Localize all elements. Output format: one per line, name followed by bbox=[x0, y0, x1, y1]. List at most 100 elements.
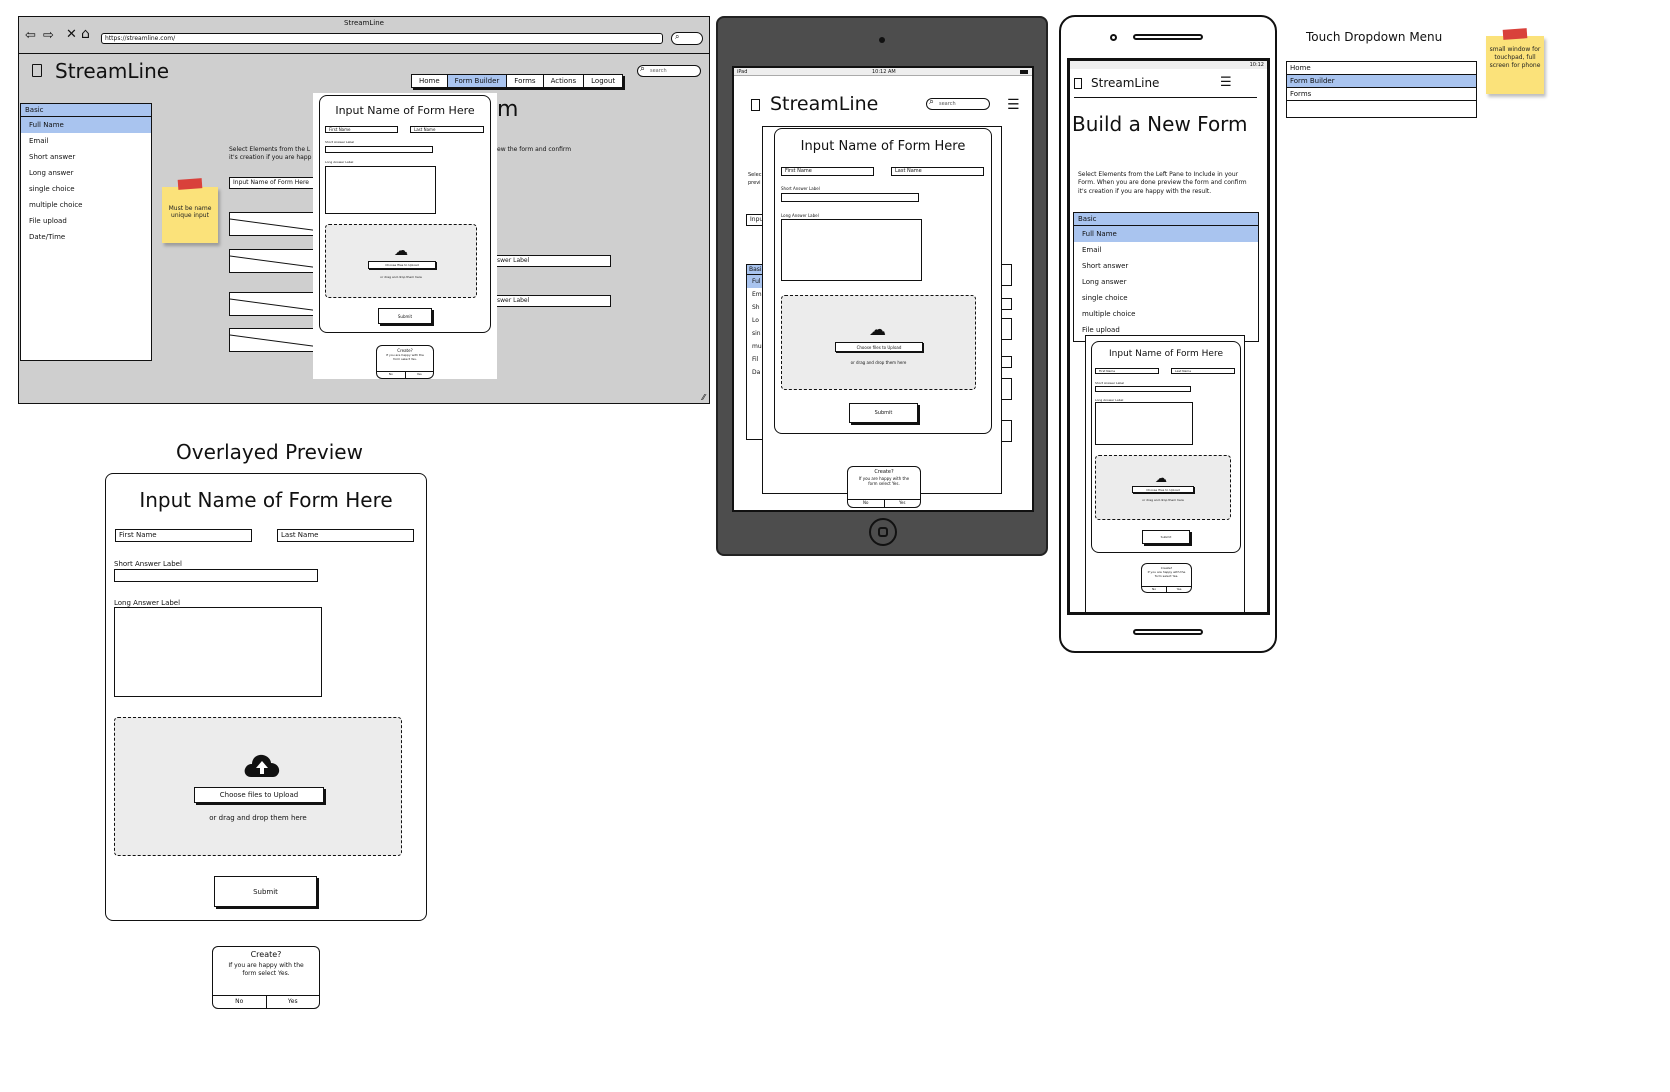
submit-button[interactable]: Submit bbox=[214, 876, 317, 907]
tablet-home-button[interactable] bbox=[869, 518, 897, 546]
choose-files-button[interactable]: Choose files to Upload bbox=[368, 261, 436, 269]
url-bar[interactable]: https://streamline.com/ bbox=[101, 33, 663, 44]
sidebar-item-single-choice[interactable]: single choice bbox=[1074, 290, 1258, 306]
nav-logout[interactable]: Logout bbox=[584, 75, 622, 87]
dialog-no-button[interactable]: No bbox=[377, 372, 405, 378]
nav-home[interactable]: Home bbox=[412, 75, 448, 87]
sidebar-item-multiple-choice[interactable]: multiple choice bbox=[21, 197, 151, 213]
tablet-status-left: iPad bbox=[737, 69, 748, 75]
dialog-yes-button[interactable]: Yes bbox=[265, 996, 320, 1008]
last-name-field[interactable]: Last Name bbox=[1171, 368, 1235, 374]
submit-button[interactable]: Submit bbox=[849, 403, 918, 423]
element-placeholder-1[interactable] bbox=[229, 212, 321, 236]
browser-back-icon[interactable]: ⇦ bbox=[25, 28, 36, 43]
document-icon bbox=[1074, 78, 1082, 89]
phone-home-bar[interactable] bbox=[1133, 629, 1203, 635]
browser-divider bbox=[19, 53, 709, 54]
browser-close-icon[interactable]: ✕ bbox=[66, 27, 77, 42]
nav-forms[interactable]: Forms bbox=[507, 75, 544, 87]
sidebar-group-basic[interactable]: Basic bbox=[1074, 213, 1258, 226]
short-answer-field[interactable] bbox=[1095, 386, 1191, 392]
upload-dropzone[interactable]: ☁ Choose files to Upload or drag and dro… bbox=[325, 224, 477, 298]
phone-page-heading: Build a New Form bbox=[1072, 112, 1248, 136]
sidebar-item-long-answer[interactable]: Long answer bbox=[1074, 274, 1258, 290]
submit-button[interactable]: Submit bbox=[378, 308, 432, 324]
app-search-input[interactable]: ⌕ search bbox=[637, 64, 701, 77]
sidebar-item-single-choice[interactable]: single choice bbox=[21, 181, 151, 197]
app-logo[interactable]: StreamLine bbox=[55, 59, 169, 83]
browser-search-button[interactable]: ⌕ bbox=[671, 32, 703, 45]
answer-label-field-1[interactable]: swer Label bbox=[493, 255, 611, 267]
sidebar-item-multiple-choice[interactable]: multiple choice bbox=[1074, 306, 1258, 322]
tablet-app-logo[interactable]: StreamLine bbox=[770, 93, 878, 115]
sidebar-item-short-answer[interactable]: Short answer bbox=[1074, 258, 1258, 274]
short-answer-field[interactable] bbox=[114, 569, 318, 582]
choose-files-button[interactable]: Choose files to Upload bbox=[835, 342, 923, 352]
sticky-note-touch: small window for touchpad, full screen f… bbox=[1486, 28, 1544, 94]
sticky-note-text: small window for touchpad, full screen f… bbox=[1489, 46, 1541, 69]
element-placeholder-4[interactable] bbox=[229, 328, 321, 352]
dialog-message: If you are happy with the form select Ye… bbox=[1147, 570, 1186, 578]
dialog-actions: No Yes bbox=[1142, 586, 1191, 592]
hamburger-menu-icon[interactable]: ☰ bbox=[1007, 97, 1020, 113]
sidebar-item-email[interactable]: Email bbox=[21, 133, 151, 149]
nav-actions[interactable]: Actions bbox=[544, 75, 585, 87]
last-name-field[interactable]: Last Name bbox=[891, 167, 984, 176]
element-placeholder-3[interactable] bbox=[229, 292, 321, 316]
resize-grip-icon[interactable]: ⁄⁄ bbox=[702, 393, 705, 402]
short-answer-field[interactable] bbox=[325, 146, 433, 153]
long-answer-field[interactable] bbox=[781, 219, 922, 281]
upload-hint: or drag and drop them here bbox=[1142, 498, 1184, 502]
submit-button[interactable]: Submit bbox=[1142, 530, 1190, 544]
dialog-no-button[interactable]: No bbox=[1142, 587, 1166, 592]
search-icon: ⌕ bbox=[640, 64, 646, 74]
upload-dropzone[interactable]: Choose files to Upload or drag and drop … bbox=[114, 717, 402, 856]
tablet-camera bbox=[879, 37, 885, 43]
sidebar-item-email[interactable]: Email bbox=[1074, 242, 1258, 258]
dropdown-item-form-builder[interactable]: Form Builder bbox=[1287, 75, 1476, 88]
sticky-note-text: Must be name unique input bbox=[168, 205, 212, 219]
dialog-no-button[interactable]: No bbox=[848, 500, 884, 507]
sidebar-item-long-answer[interactable]: Long answer bbox=[21, 165, 151, 181]
sidebar-item-file-upload[interactable]: File upload bbox=[21, 213, 151, 229]
dialog-no-button[interactable]: No bbox=[213, 996, 266, 1008]
sidebar-group-basic[interactable]: Basic bbox=[21, 104, 151, 117]
upload-dropzone[interactable]: ☁ Choose files to Upload or drag and dro… bbox=[1095, 455, 1231, 520]
phone-form-preview: Input Name of Form Here First Name Last … bbox=[1091, 341, 1241, 553]
long-answer-field[interactable] bbox=[114, 607, 322, 697]
dialog-yes-button[interactable]: Yes bbox=[404, 372, 434, 378]
sidebar-item-full-name[interactable]: Full Name bbox=[1074, 226, 1258, 242]
last-name-field[interactable]: Last Name bbox=[410, 126, 484, 133]
last-name-field[interactable]: Last Name bbox=[277, 529, 414, 542]
choose-files-button[interactable]: Choose files to Upload bbox=[194, 787, 324, 803]
element-placeholder-2[interactable] bbox=[229, 249, 321, 273]
placeholder-cross bbox=[229, 218, 321, 232]
first-name-field[interactable]: First Name bbox=[781, 167, 874, 176]
sticky-tape bbox=[1502, 28, 1528, 40]
upload-dropzone[interactable]: ☁ Choose files to Upload or drag and dro… bbox=[781, 295, 976, 390]
dropdown-item-forms[interactable]: Forms bbox=[1287, 88, 1476, 101]
short-answer-field[interactable] bbox=[781, 193, 919, 202]
choose-files-button[interactable]: Choose files to Upload bbox=[1132, 486, 1194, 493]
long-answer-field[interactable] bbox=[1095, 402, 1193, 445]
tablet-search-input[interactable]: ⌕ search bbox=[926, 97, 990, 110]
form-name-input[interactable]: Input Name of Form Here bbox=[229, 177, 317, 189]
long-answer-field[interactable] bbox=[325, 166, 436, 214]
hamburger-menu-icon[interactable]: ☰ bbox=[1220, 75, 1232, 90]
sidebar-item-full-name[interactable]: Full Name bbox=[21, 117, 151, 133]
dropdown-item-home[interactable]: Home bbox=[1287, 62, 1476, 75]
browser-home-icon[interactable]: ⌂ bbox=[81, 26, 90, 42]
browser-forward-icon[interactable]: ⇨ bbox=[43, 28, 54, 43]
phone-app-logo[interactable]: StreamLine bbox=[1091, 76, 1159, 90]
overlay-preview-heading: Overlayed Preview bbox=[176, 440, 363, 464]
phone-element-sidebar: Basic Full Name Email Short answer Long … bbox=[1073, 212, 1259, 342]
sidebar-item-short-answer[interactable]: Short answer bbox=[21, 149, 151, 165]
nav-form-builder[interactable]: Form Builder bbox=[447, 75, 508, 87]
first-name-field[interactable]: First Name bbox=[1095, 368, 1159, 374]
dialog-yes-button[interactable]: Yes bbox=[883, 500, 921, 507]
dialog-yes-button[interactable]: Yes bbox=[1166, 587, 1191, 592]
sidebar-item-date-time[interactable]: Date/Time bbox=[21, 229, 151, 245]
first-name-field[interactable]: First Name bbox=[115, 529, 252, 542]
answer-label-field-2[interactable]: swer Label bbox=[493, 295, 611, 307]
first-name-field[interactable]: First Name bbox=[325, 126, 398, 133]
